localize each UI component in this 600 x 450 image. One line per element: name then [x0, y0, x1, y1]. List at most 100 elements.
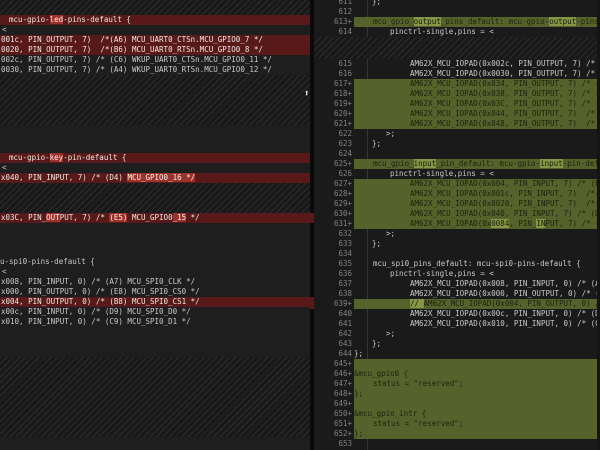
context-code-line: };: [354, 349, 600, 359]
context-code-line: >;: [354, 229, 600, 239]
context-code-line: AM62X_MCU_IOPAD(0x008, PIN_INPUT, 0) /* …: [354, 279, 600, 289]
diff-line: 638AM62X_MCU_IOPAD(0x000, PIN_OUTPUT, 0)…: [314, 289, 600, 299]
context-code-line: AM62X_MCU_IOPAD(0x000, PIN_OUTPUT, 0) /*…: [354, 289, 600, 299]
diff-line: 634: [314, 249, 600, 259]
word-diff-emphasis: //: [410, 299, 424, 308]
left-filler-hatch: [0, 0, 310, 15]
left-blank-band: [0, 327, 310, 357]
added-code-line: AM62X_MCU_IOPAD(0x034, PIN_OUTPUT, 7) /*…: [354, 79, 600, 89]
left-blank-band: [0, 125, 310, 153]
diff-line: 613+mcu_gpio_output_pins_default: mcu-gp…: [314, 17, 600, 27]
left-blank-band: [0, 223, 310, 257]
added-code-line: AM62X_MCU_IOPAD(0x0020, PIN_INPUT, 7) /*…: [354, 199, 600, 209]
diff-line: 615AM62X_MCU_IOPAD(0x002c, PIN_OUTPUT, 7…: [314, 59, 600, 69]
diff-line: 651+status = "reserved";: [314, 419, 600, 429]
line-number: 618+: [314, 89, 354, 99]
line-number: 651+: [314, 419, 354, 429]
line-number: 630+: [314, 209, 354, 219]
diff-line: 635mcu_spi0_pins_default: mcu-spi0-pins-…: [314, 259, 600, 269]
diff-line: 647+status = "reserved";: [314, 379, 600, 389]
diff-line: 630+AM62X_MCU_IOPAD(0x040, PIN_INPUT, 7)…: [314, 209, 600, 219]
word-diff-emphasis: _15: [173, 213, 187, 222]
context-code-line: };: [354, 339, 600, 349]
diff-line: 611};: [314, 0, 600, 7]
deleted-code-line: 001c, PIN_OUTPUT, 7) /*(A6) MCU_UART0_CT…: [0, 35, 310, 45]
deleted-code-line: x03C, PIN_OUTPUT, 7) /* (E5) MCU_GPIO0_1…: [0, 213, 310, 223]
context-code-line: };: [354, 239, 600, 249]
context-code-line: >;: [354, 329, 600, 339]
word-diff-emphasis: led: [50, 15, 64, 24]
context-code-line: [354, 439, 600, 449]
line-number: 622: [314, 129, 354, 139]
diff-line: 633};: [314, 239, 600, 249]
line-number: 637: [314, 279, 354, 289]
word-diff-emphasis: OUT: [46, 213, 60, 222]
line-number: 650+: [314, 409, 354, 419]
context-code-line: pinctrl-single,pins = <: [354, 269, 600, 279]
word-diff-emphasis: key: [50, 153, 64, 162]
context-code-line: x00c, PIN_INPUT, 0) /* (D9) MCU_SPI0_D0 …: [0, 307, 310, 317]
diff-line: 637AM62X_MCU_IOPAD(0x008, PIN_INPUT, 0) …: [314, 279, 600, 289]
added-code-line: AM62X_MCU_IOPAD(0x03C, PIN_OUTPUT, 7) /*…: [354, 99, 600, 109]
diff-line: 629+AM62X_MCU_IOPAD(0x0020, PIN_INPUT, 7…: [314, 199, 600, 209]
context-code-line: AM62X_MCU_IOPAD(0x00c, PIN_INPUT, 0) /* …: [354, 309, 600, 319]
context-code-line: x010, PIN_INPUT, 0) /* (C9) MCU_SPI0_D1 …: [0, 317, 310, 327]
line-number: 652+: [314, 429, 354, 439]
line-number: 653: [314, 439, 354, 449]
context-code-line: [354, 249, 600, 259]
diff-line: 631+AM62X_MCU_IOPAD(0x0084, PIN_INPUT, 7…: [314, 219, 600, 229]
diff-line: 652+};: [314, 429, 600, 439]
diff-line: 628+AM62X_MCU_IOPAD(0x001c, PIN_INPUT, 7…: [314, 189, 600, 199]
added-code-line: AM62X_MCU_IOPAD(0x001c, PIN_INPUT, 7) /*…: [354, 189, 600, 199]
added-code-line: AM62X_MCU_IOPAD(0x048, PIN_OUTPUT, 7) /*…: [354, 119, 600, 129]
word-diff-emphasis: output: [549, 17, 576, 26]
line-number: 635: [314, 259, 354, 269]
context-code-line: 0030, PIN_OUTPUT, 7) /* (A4) WKUP_UART0_…: [0, 65, 310, 75]
diff-line: 612: [314, 7, 600, 17]
line-number: 628+: [314, 189, 354, 199]
line-number: 645+: [314, 359, 354, 369]
deleted-code-line: mcu-gpio-led-pins-default {: [0, 15, 310, 25]
line-number: 648+: [314, 389, 354, 399]
added-code-line: status = "reserved";: [354, 379, 600, 389]
line-number: 613+: [314, 17, 354, 27]
diff-line: 641AM62X_MCU_IOPAD(0x010, PIN_INPUT, 0) …: [314, 319, 600, 329]
diff-line: 622>;: [314, 129, 600, 139]
added-code-line: AM62X_MCU_IOPAD(0x040, PIN_INPUT, 7) /* …: [354, 209, 600, 219]
deleted-code-line: x040, PIN_INPUT, 7) /* (D4) MCU_GPIO0_16…: [0, 173, 310, 183]
added-code-line: [354, 359, 600, 369]
right-code-rows: 611};612613+mcu_gpio_output_pins_default…: [314, 0, 600, 450]
added-code-line: &mcu_gpio0 {: [354, 369, 600, 379]
diff-line: 632>;: [314, 229, 600, 239]
context-code-line: >;: [354, 129, 600, 139]
line-number: 625+: [314, 159, 354, 169]
line-number: 636: [314, 269, 354, 279]
added-code-line: // AM62X_MCU_IOPAD(0x004, PIN_OUTPUT, 0)…: [354, 299, 600, 309]
line-number: 623: [314, 139, 354, 149]
left-filler-hatch: [0, 75, 310, 125]
diff-line: 653: [314, 439, 600, 449]
scroll-up-arrow-icon[interactable]: ⬆: [304, 88, 318, 100]
diff-line: 642>;: [314, 329, 600, 339]
line-number: 616: [314, 69, 354, 79]
line-number: 619+: [314, 99, 354, 109]
context-code-line: AM62X_MCU_IOPAD(0x010, PIN_INPUT, 0) /* …: [354, 319, 600, 329]
right-pane-new-file[interactable]: 611};612613+mcu_gpio_output_pins_default…: [314, 0, 600, 450]
line-number: 639+: [314, 299, 354, 309]
line-number: 627+: [314, 179, 354, 189]
line-number: 615: [314, 59, 354, 69]
diff-line: 645+: [314, 359, 600, 369]
diff-line: 620+AM62X_MCU_IOPAD(0x044, PIN_OUTPUT, 7…: [314, 109, 600, 119]
line-number: 646+: [314, 369, 354, 379]
line-number: 644: [314, 349, 354, 359]
diff-line: 649+: [314, 399, 600, 409]
added-code-line: AM62X_MCU_IOPAD(0x0084, PIN_INPUT, 7) /*…: [354, 219, 600, 229]
left-pane-old-file[interactable]: mcu-gpio-led-pins-default {<001c, PIN_OU…: [0, 0, 310, 450]
context-code-line: AM62X_MCU_IOPAD(0x0030, PIN_OUTPUT, 7) /…: [354, 69, 600, 79]
diff-line: 648+};: [314, 389, 600, 399]
context-code-line: };: [354, 0, 600, 7]
diff-line: 639+// AM62X_MCU_IOPAD(0x004, PIN_OUTPUT…: [314, 299, 600, 309]
diff-line: 627+AM62X_MCU_IOPAD(0x004, PIN_INPUT, 7)…: [314, 179, 600, 189]
context-code-line: pinctrl-single,pins = <: [354, 27, 600, 37]
context-code-line: <: [0, 25, 310, 35]
